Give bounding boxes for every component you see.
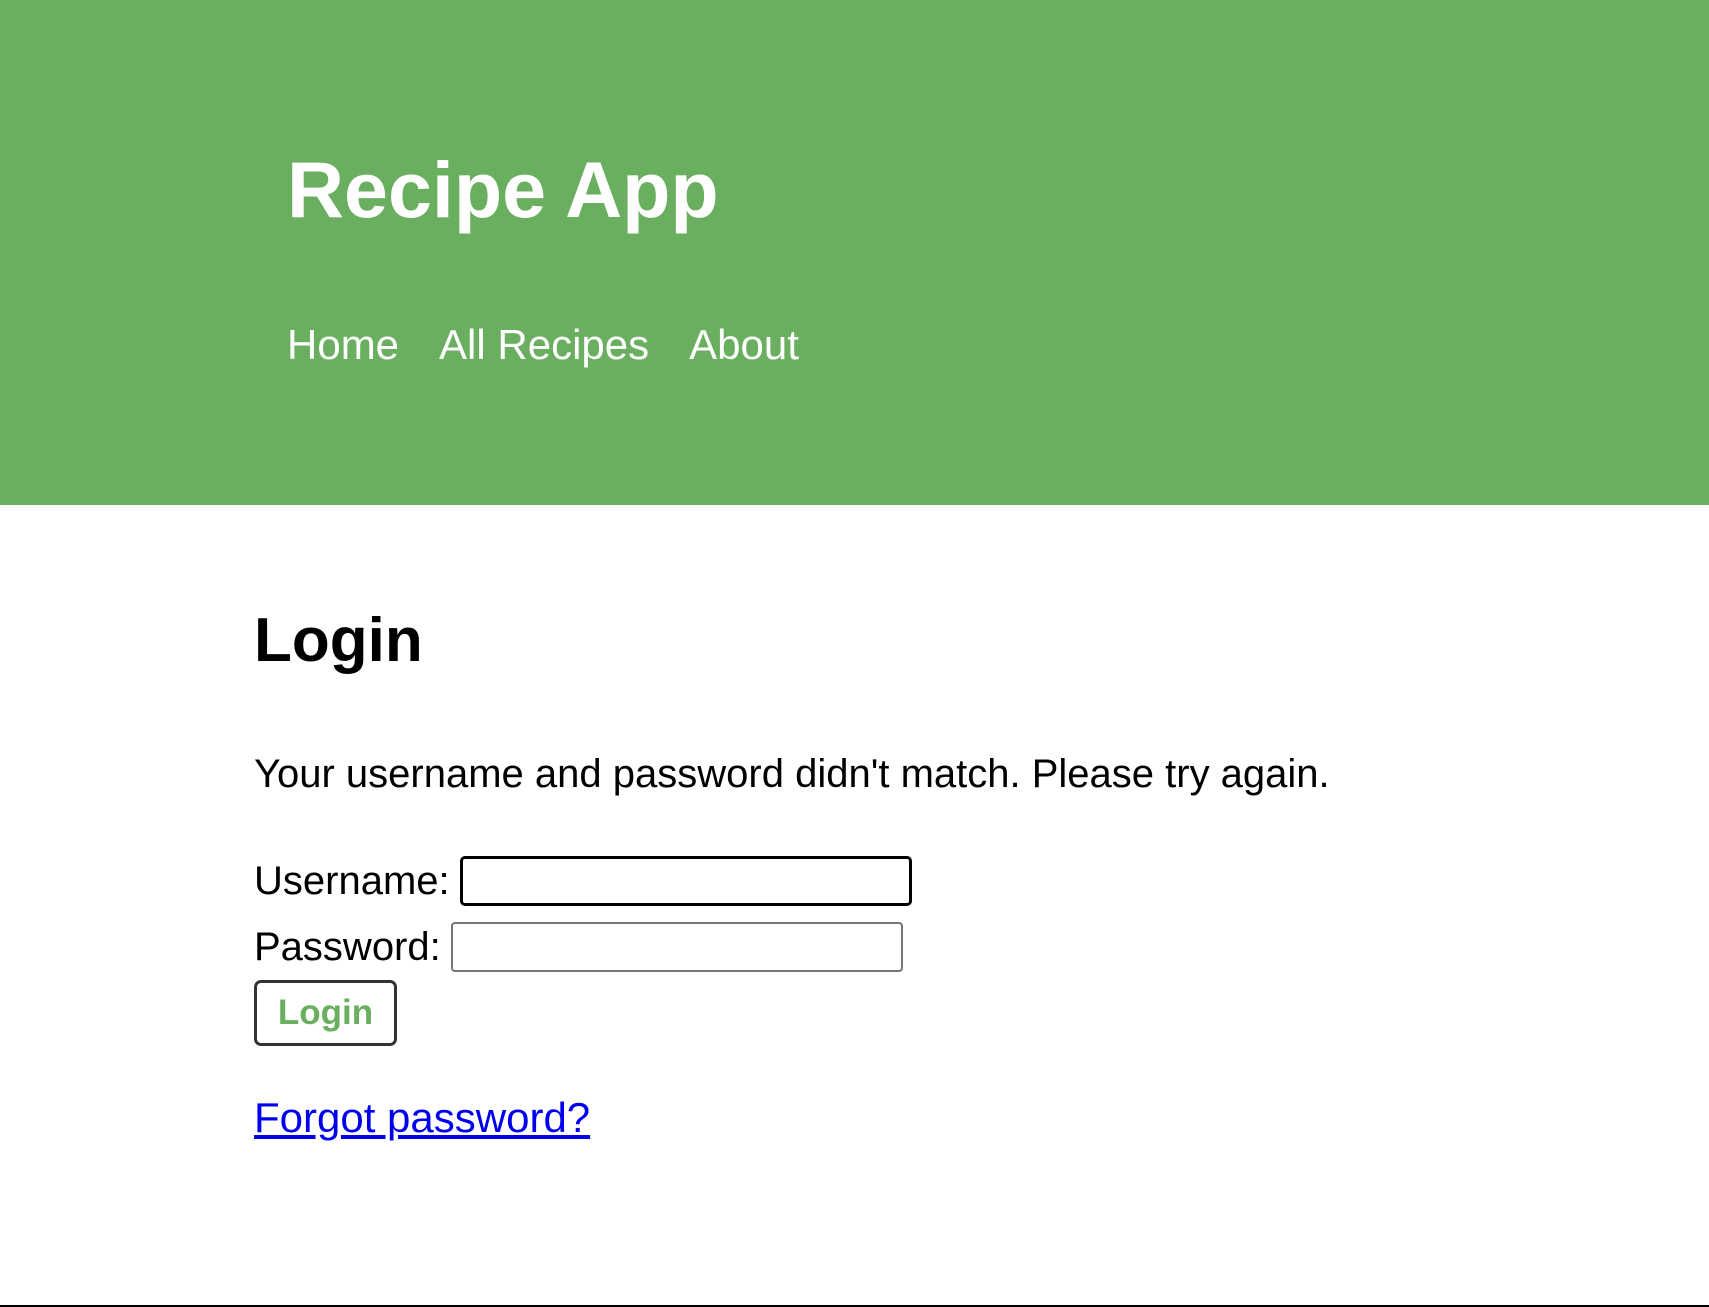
username-row: Username:: [254, 856, 912, 906]
login-button[interactable]: Login: [254, 980, 397, 1046]
password-row: Password:: [254, 922, 903, 972]
forgot-password-link[interactable]: Forgot password?: [254, 1097, 590, 1139]
username-field[interactable]: [459, 856, 912, 906]
login-error-message: Your username and password didn't match.…: [254, 752, 1330, 796]
password-field[interactable]: [450, 922, 903, 972]
nav-link-all-recipes[interactable]: All Recipes: [439, 324, 649, 366]
username-label: Username:: [254, 859, 450, 903]
page-title: Login: [254, 606, 423, 675]
app-title: Recipe App: [287, 145, 719, 234]
password-label: Password:: [254, 925, 441, 969]
main-nav: Home All Recipes About: [287, 324, 799, 366]
site-header: Recipe App Home All Recipes About: [0, 0, 1709, 505]
nav-link-about[interactable]: About: [689, 324, 799, 366]
nav-link-home[interactable]: Home: [287, 324, 399, 366]
